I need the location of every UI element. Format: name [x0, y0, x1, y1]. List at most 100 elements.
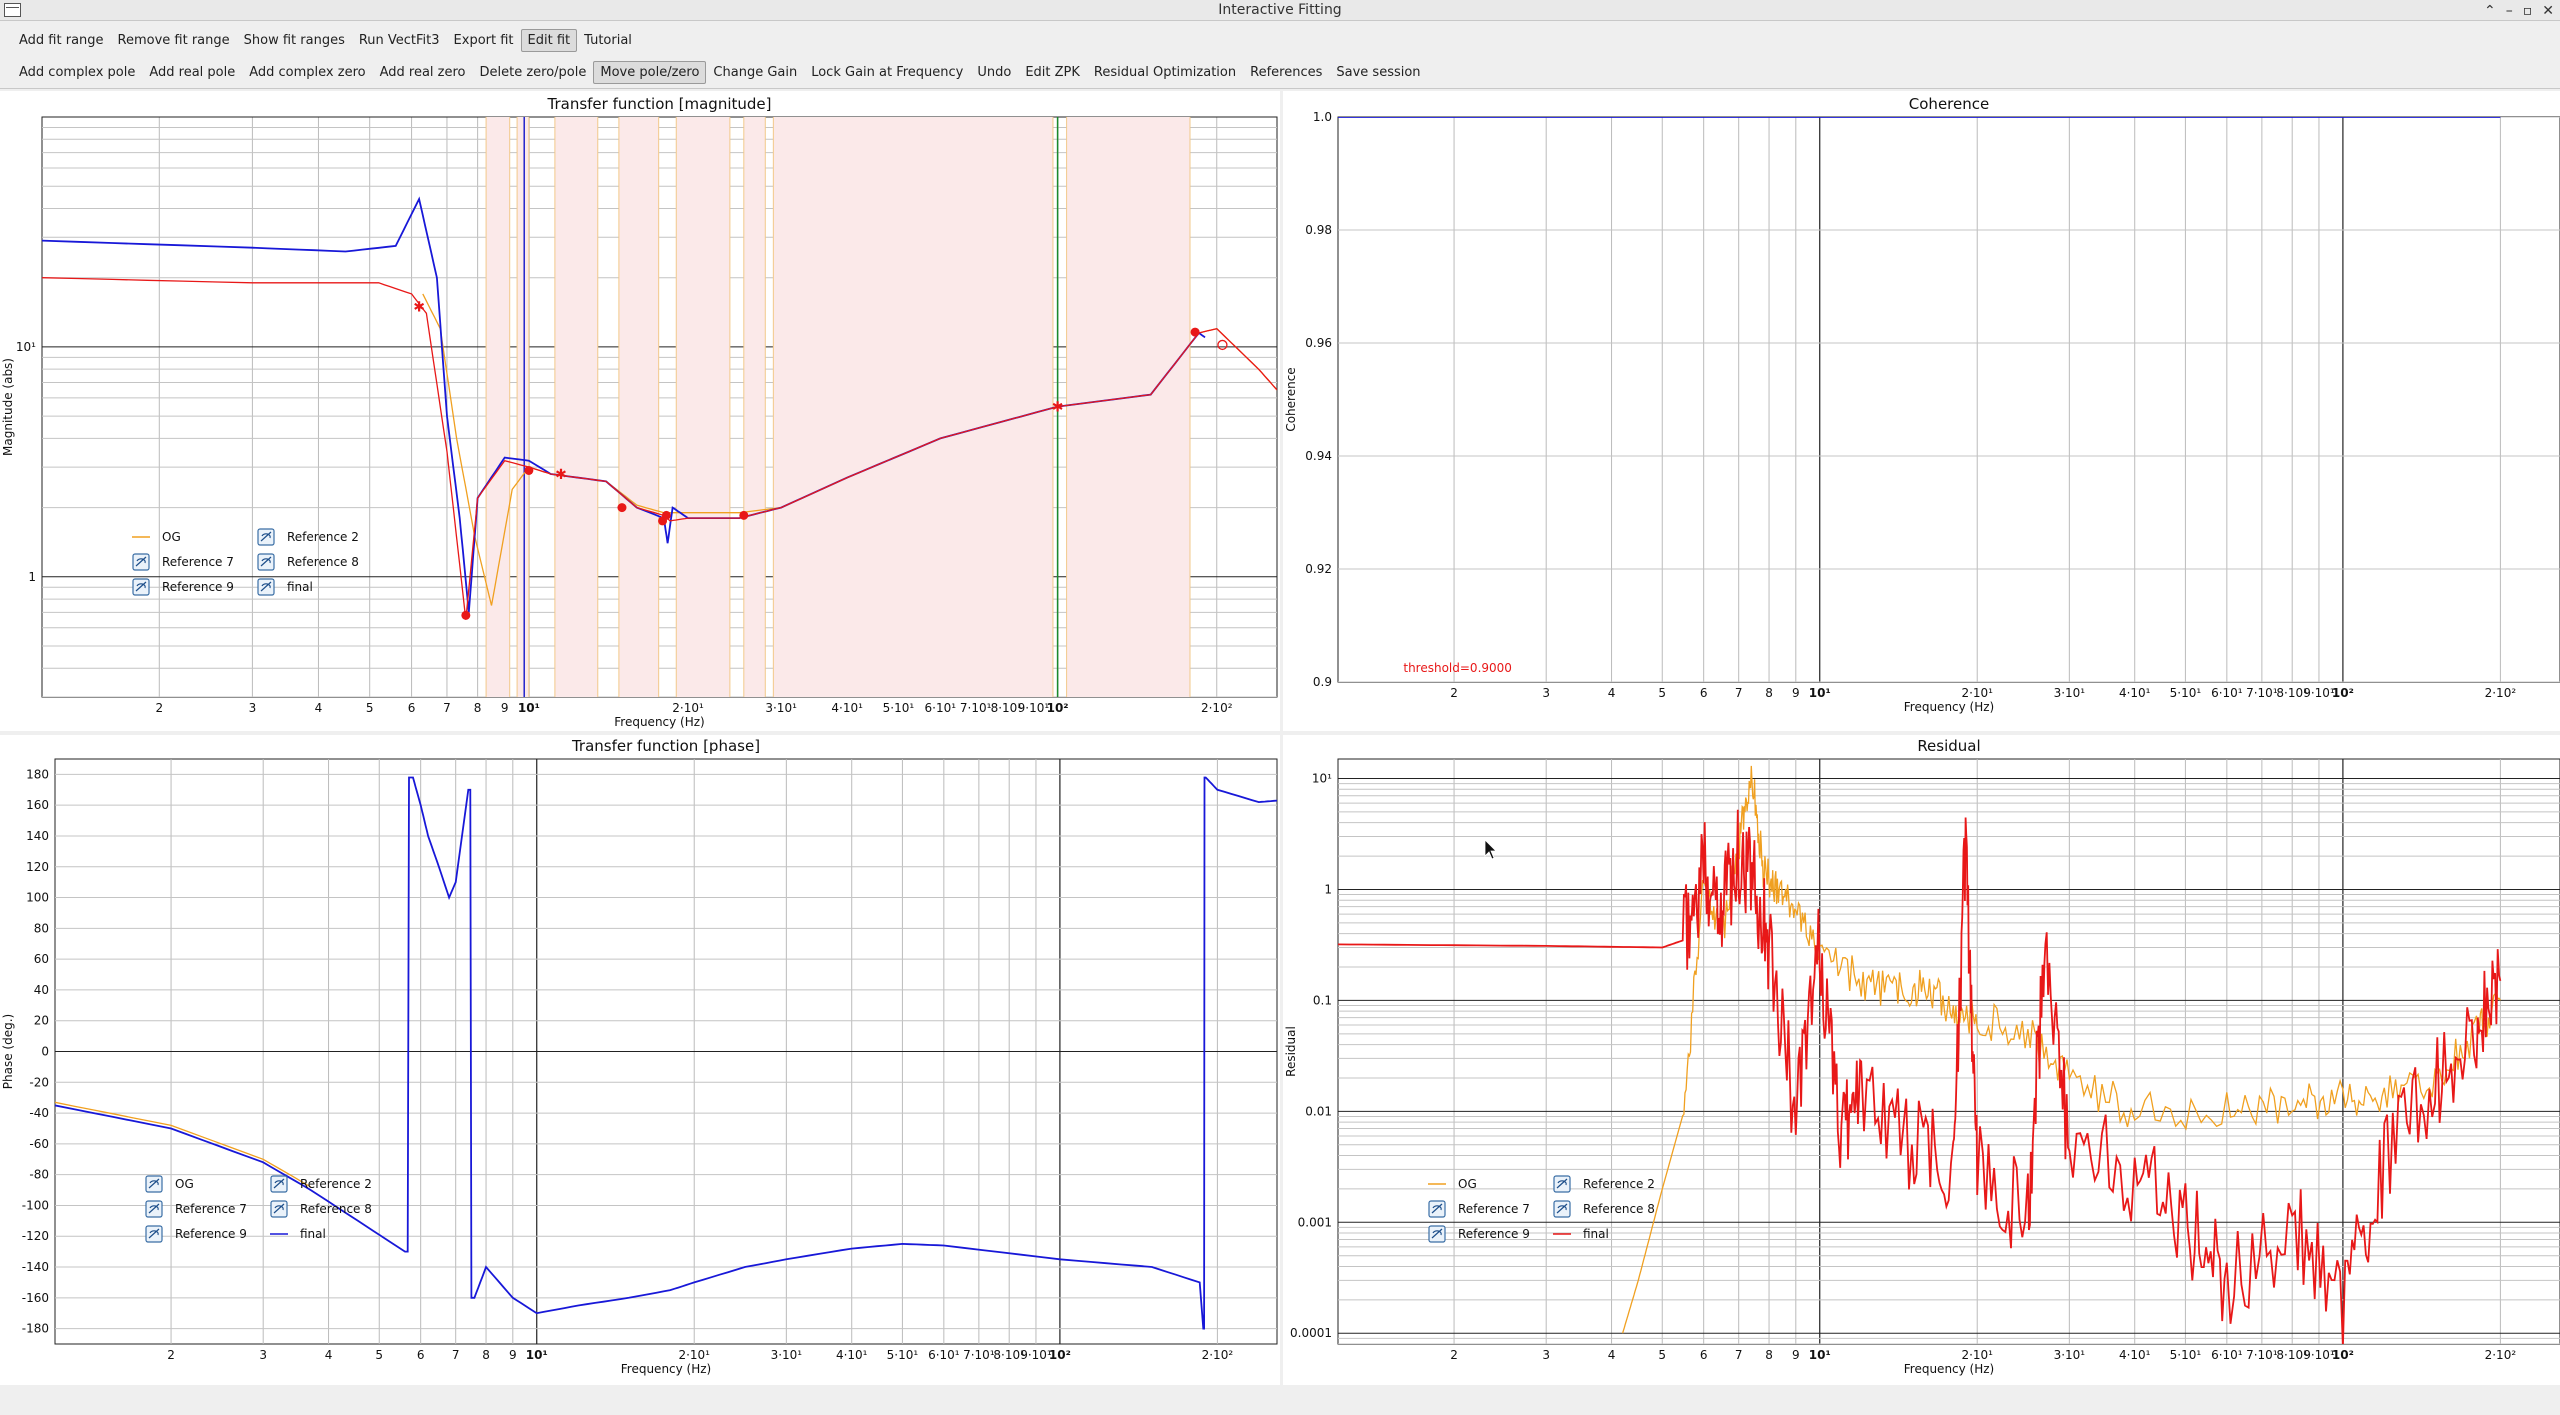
add-real-zero-button[interactable]: Add real zero: [373, 61, 473, 84]
legend-label: final: [300, 1227, 326, 1241]
legend-item-reference-7[interactable]: Reference 7: [132, 553, 234, 571]
legend-item-reference-8[interactable]: Reference 8: [257, 553, 359, 571]
y-tick-label: 0.001: [1298, 1215, 1332, 1229]
x-tick-label: 6: [417, 1348, 425, 1362]
x-tick-label: 4: [315, 701, 323, 715]
x-tick-label: 2: [1450, 1348, 1458, 1362]
legend-item-reference-2[interactable]: Reference 2: [270, 1175, 372, 1193]
x-tick-label: 5·10¹: [887, 1348, 919, 1362]
legend-item-reference-2[interactable]: Reference 2: [257, 528, 359, 546]
window-controls: ⌃ – ▫ ✕: [2484, 0, 2554, 21]
y-tick-label: -100: [22, 1198, 49, 1212]
x-tick-label: 4·10¹: [2119, 1348, 2151, 1362]
maximize-icon[interactable]: ▫: [2523, 3, 2533, 19]
y-tick-label: -180: [22, 1322, 49, 1336]
move-pole-zero-button[interactable]: Move pole/zero: [593, 60, 707, 84]
x-axis-label: Frequency (Hz): [614, 715, 705, 729]
y-tick-label: 180: [26, 767, 49, 781]
x-tick-label: 2·10²: [1201, 701, 1233, 715]
legend-label: Reference 8: [300, 1202, 372, 1216]
legend-item-reference-8[interactable]: Reference 8: [1553, 1200, 1655, 1218]
x-tick-label: 10¹: [1809, 686, 1831, 700]
x-tick-label: 3: [1542, 686, 1550, 700]
x-tick-label: 5: [1658, 1348, 1666, 1362]
add-complex-zero-button[interactable]: Add complex zero: [242, 61, 372, 84]
y-tick-label: -20: [29, 1075, 49, 1089]
legend-label: Reference 7: [175, 1202, 247, 1216]
x-tick-label: 6·10¹: [925, 701, 957, 715]
phase-plot[interactable]: Transfer function [phase] Frequency (Hz) P…: [0, 735, 1280, 1385]
residual-plot[interactable]: Residual Frequency (Hz) Residual 2 3 4 5 6 7 8 9 10…: [1283, 735, 2560, 1385]
tutorial-button[interactable]: Tutorial: [577, 29, 639, 52]
legend-item-reference-9[interactable]: Reference 9: [132, 578, 234, 596]
legend-item-reference-9[interactable]: Reference 9: [145, 1225, 247, 1243]
legend-item-reference-7[interactable]: Reference 7: [145, 1200, 247, 1218]
zero-marker[interactable]: [524, 465, 534, 475]
legend-label: OG: [1458, 1177, 1477, 1191]
x-tick-label: 5·10¹: [2170, 686, 2202, 700]
x-tick-label: 4·10¹: [831, 701, 863, 715]
references-button[interactable]: References: [1243, 61, 1329, 84]
y-axis-label: Phase (deg.): [1, 1014, 15, 1089]
zero-marker[interactable]: [661, 510, 671, 520]
zero-marker[interactable]: [617, 503, 627, 513]
keep-above-icon[interactable]: ⌃: [2484, 3, 2496, 19]
pole-marker[interactable]: ✱: [1052, 400, 1064, 416]
x-axis-label: Frequency (Hz): [1904, 1362, 1995, 1376]
x-tick-label: 7·10¹: [2246, 686, 2278, 700]
pole-marker[interactable]: ✱: [413, 299, 425, 315]
minimize-icon[interactable]: –: [2506, 3, 2513, 19]
add-fit-range-button[interactable]: Add fit range: [12, 29, 111, 52]
show-fit-ranges-button[interactable]: Show fit ranges: [237, 29, 352, 52]
x-tick-label: 7: [1735, 1348, 1743, 1362]
coherence-plot[interactable]: threshold=0.9000 Coherence Frequency (Hz) C…: [1283, 91, 2560, 731]
legend-item-reference-2[interactable]: Reference 2: [1553, 1175, 1655, 1193]
edit-toolbar: Add complex pole Add real pole Add complex…: [0, 59, 2560, 85]
export-fit-button[interactable]: Export fit: [447, 29, 521, 52]
legend-item-reference-7[interactable]: Reference 7: [1428, 1200, 1530, 1218]
x-tick-label: 6·10¹: [928, 1348, 960, 1362]
delete-zero-pole-button[interactable]: Delete zero/pole: [473, 61, 594, 84]
x-tick-label: 3: [249, 701, 257, 715]
legend-item-reference-8[interactable]: Reference 8: [270, 1200, 372, 1218]
x-tick-label: 4·10¹: [2119, 686, 2151, 700]
legend-label: Reference 7: [1458, 1202, 1530, 1216]
x-tick-label: 2: [155, 701, 163, 715]
edit-zpk-button[interactable]: Edit ZPK: [1018, 61, 1087, 84]
legend-label: Reference 8: [1583, 1202, 1655, 1216]
x-tick-label: 2·10¹: [1961, 686, 1993, 700]
zero-marker[interactable]: [461, 610, 471, 620]
y-tick-label: -120: [22, 1229, 49, 1243]
add-real-pole-button[interactable]: Add real pole: [142, 61, 242, 84]
y-tick-label: 0: [41, 1045, 49, 1059]
lock-gain-at-frequency-button[interactable]: Lock Gain at Frequency: [804, 61, 970, 84]
x-tick-label: 9·10¹: [2303, 686, 2335, 700]
residual-optimization-button[interactable]: Residual Optimization: [1087, 61, 1243, 84]
run-vectfit3-button[interactable]: Run VectFit3: [352, 29, 447, 52]
y-tick-label: 10¹: [1312, 772, 1332, 786]
add-complex-pole-button[interactable]: Add complex pole: [12, 61, 142, 84]
residual-svg: ResidualFrequency (Hz)Residual2 3 4 5 6 7 8 9 10…: [1284, 737, 2560, 1376]
x-tick-label: 9: [1792, 1348, 1800, 1362]
zero-marker[interactable]: [1190, 327, 1200, 337]
x-tick-label: 8: [1765, 1348, 1773, 1362]
undo-button[interactable]: Undo: [970, 61, 1018, 84]
toolbar-divider: [0, 88, 2560, 89]
x-axis-label: Frequency (Hz): [1904, 700, 1995, 714]
x-tick-label: 8: [1765, 686, 1773, 700]
edit-fit-button[interactable]: Edit fit: [520, 28, 578, 52]
y-tick-label: -140: [22, 1260, 49, 1274]
y-tick-label: -60: [29, 1137, 49, 1151]
magnitude-plot[interactable]: ✱ ✱ ✱ Transfer function [magnitude] Frequenc…: [0, 91, 1280, 731]
y-tick-label: 1: [28, 570, 36, 584]
legend-item-reference-9[interactable]: Reference 9: [1428, 1225, 1530, 1243]
legend-label: Reference 2: [300, 1177, 372, 1191]
phase-svg: Transfer function [phase] Frequency (Hz) P…: [1, 737, 1278, 1376]
change-gain-button[interactable]: Change Gain: [706, 61, 804, 84]
x-tick-label: 2·10²: [1202, 1348, 1234, 1362]
pole-marker[interactable]: ✱: [555, 467, 567, 483]
save-session-button[interactable]: Save session: [1329, 61, 1427, 84]
remove-fit-range-button[interactable]: Remove fit range: [111, 29, 237, 52]
zero-marker[interactable]: [739, 510, 749, 520]
close-icon[interactable]: ✕: [2542, 3, 2554, 19]
